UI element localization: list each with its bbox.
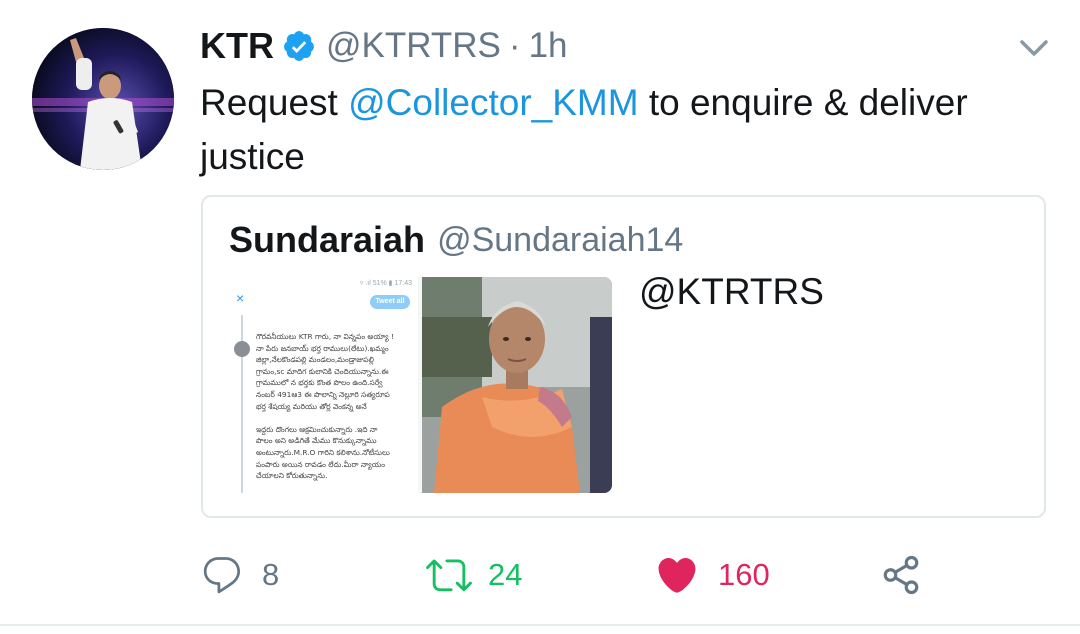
retweet-icon	[426, 552, 472, 598]
phone-status-bar: ▿ .ıl 51% ▮ 17:43	[359, 280, 412, 287]
reply-icon	[200, 553, 244, 597]
tweet-timestamp[interactable]: 1h	[529, 26, 568, 66]
quoted-header: Sundaraiah @Sundaraiah14	[229, 217, 683, 263]
heart-icon	[654, 553, 700, 597]
reply-button[interactable]: 8	[200, 550, 279, 600]
quoted-tweet[interactable]: Sundaraiah @Sundaraiah14 ▿ .ıl 51% ▮ 17:…	[201, 195, 1046, 518]
verified-badge-icon	[282, 29, 316, 63]
screenshot-line: గ్రామం,sc మాదిగ కులానికి చెందియున్నాను.ఈ	[256, 366, 389, 376]
screenshot-text: గౌరవనీయులు KTR గారు, నా విన్నపం అయ్యా ! న…	[256, 331, 416, 482]
retweet-button[interactable]: 24	[426, 550, 522, 600]
screenshot-close-icon: ×	[236, 290, 245, 306]
screenshot-line: ఇద్దరు దొంగలు ఆక్రమించుకున్నారు .ఇది నా	[256, 424, 378, 434]
quoted-author-handle: @Sundaraiah14	[437, 220, 684, 259]
reply-count: 8	[262, 557, 280, 592]
chevron-down-icon[interactable]	[1016, 36, 1052, 60]
screenshot-line: పంపారు అయిన రావడం లేదు.మీరా న్యాయం	[256, 459, 386, 469]
author-handle[interactable]: @KTRTRS	[326, 26, 501, 66]
quoted-media[interactable]: ▿ .ıl 51% ▮ 17:43 × Tweet all గౌరవనీయులు…	[228, 277, 612, 493]
screenshot-line: జిల్లా,నేలకొండపల్లి మండలం,మండ్రాజుపల్లి	[256, 355, 374, 365]
tweet-all-button: Tweet all	[370, 295, 410, 309]
screenshot-line: నా పేరు జనబాయ్ భర్త రాములు(లేటు).ఖమ్మం	[256, 343, 389, 353]
screenshot-line: నంబర్ 491ఆ3 ఈ పొలాన్ని నెల్లూరి సత్యరూప	[256, 389, 390, 399]
like-button[interactable]: 160	[654, 550, 770, 600]
screenshot-line: గ్రామములో న భర్తకు కొంత పొలం ఉంది.సర్వే	[256, 378, 383, 388]
tweet-actions: 8 24 160	[200, 550, 940, 600]
like-count: 160	[718, 557, 770, 592]
retweet-count: 24	[488, 557, 523, 592]
tweet-text: Request @Collector_KMM to enquire & deli…	[200, 76, 1020, 184]
mention-link[interactable]: @Collector_KMM	[348, 82, 638, 123]
screenshot-line	[256, 412, 416, 424]
quoted-tweet-text: @KTRTRS	[639, 271, 824, 312]
avatar-photo	[32, 28, 174, 170]
screenshot-line: చేయాలని కోరుతున్నాను.	[256, 471, 328, 481]
separator-dot: ·	[508, 26, 521, 65]
share-icon	[880, 553, 922, 597]
screenshot-line: గౌరవనీయులు KTR గారు, నా విన్నపం అయ్యా !	[256, 332, 394, 341]
tweet-text-before: Request	[200, 82, 349, 123]
author-avatar[interactable]	[32, 28, 174, 170]
media-photo	[422, 277, 612, 493]
quoted-author-name: Sundaraiah	[229, 219, 426, 260]
media-screenshot: ▿ .ıl 51% ▮ 17:43 × Tweet all గౌరవనీయులు…	[228, 277, 418, 493]
tweet-header: KTR @KTRTRS · 1h	[200, 22, 568, 70]
share-button[interactable]	[880, 550, 922, 600]
divider	[0, 624, 1080, 626]
screenshot-line: అంటున్నారు.M.R.O గారిని కలిశాను.నోటీసులు	[256, 447, 390, 457]
author-name[interactable]: KTR	[200, 25, 274, 67]
screenshot-line: భర్త శేషయ్య మరియు తోర్ల వెంకన్న అనే	[256, 401, 367, 411]
tweet: KTR @KTRTRS · 1h Request @Collector_KMM …	[0, 0, 1080, 634]
screenshot-avatar	[234, 341, 250, 357]
screenshot-line: పొలం అని అడిగితే మేము కొనుక్కున్నాము	[256, 436, 377, 446]
